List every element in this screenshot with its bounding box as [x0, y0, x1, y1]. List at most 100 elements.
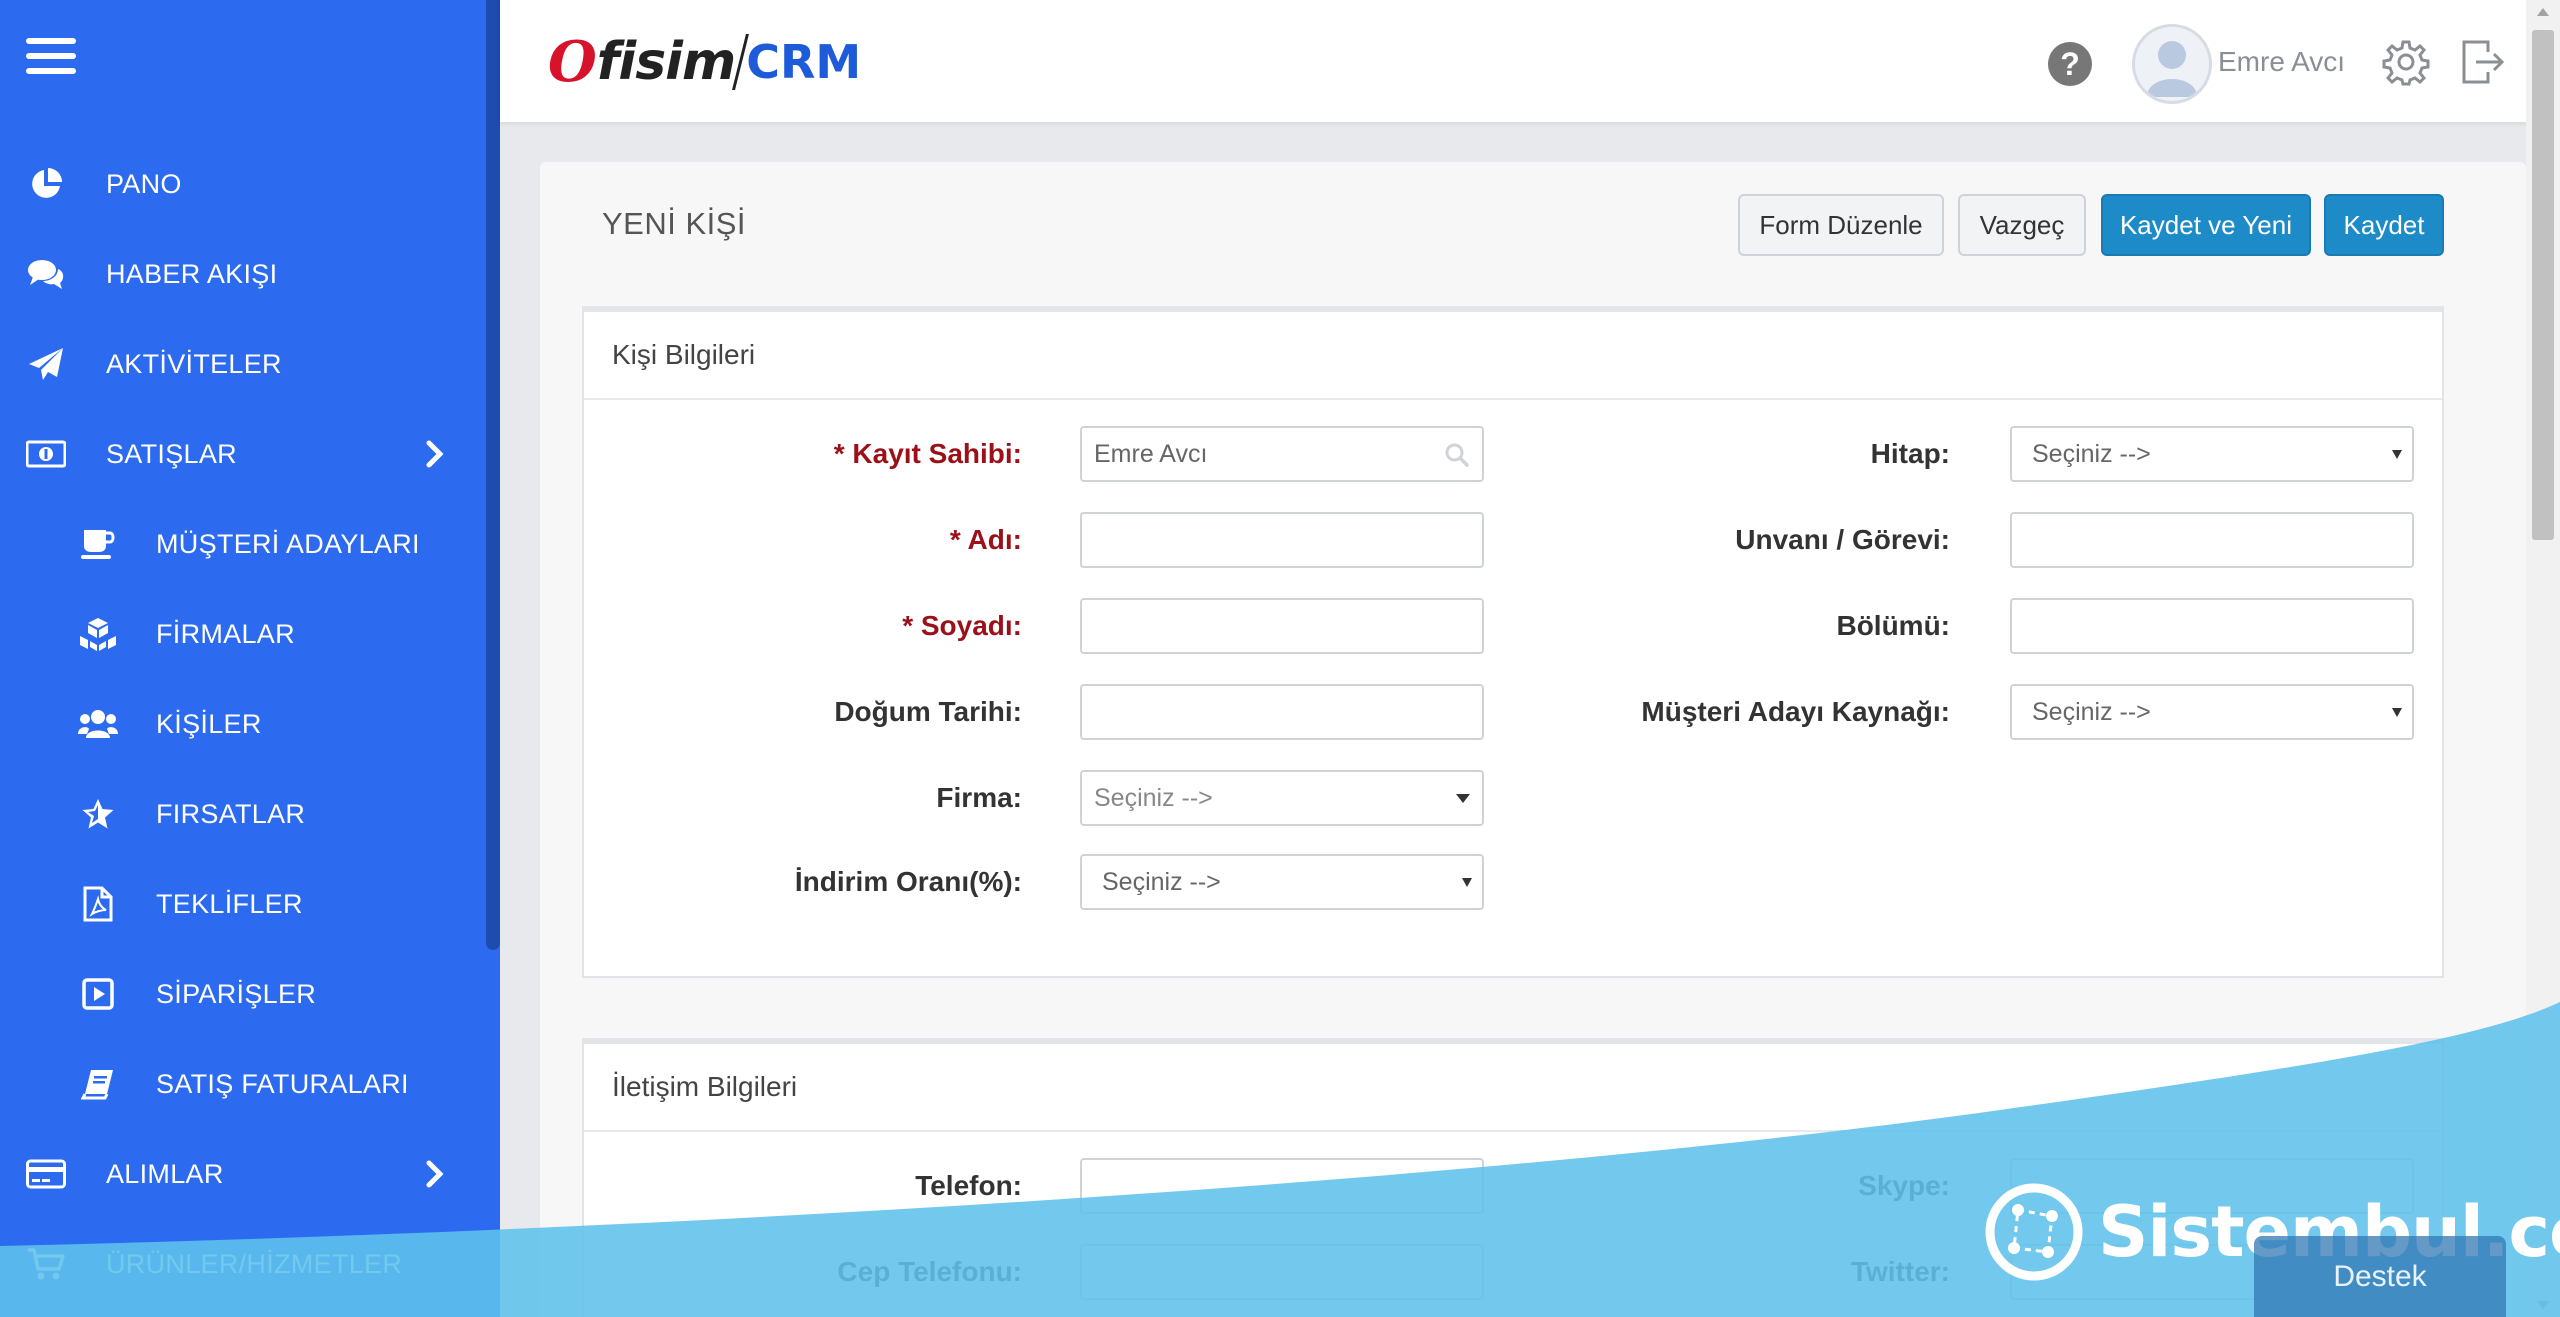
sidebar-item-label: PANO	[106, 168, 182, 199]
owner-value: Emre Avcı	[1094, 439, 1208, 468]
money-icon	[26, 434, 66, 474]
last-name-label: * Soyadı:	[902, 610, 1022, 641]
new-person-card: YENİ KİŞİ Form Düzenle Vazgeç Kaydet ve …	[540, 162, 2526, 1317]
watermark-logo-icon	[1985, 1183, 2083, 1281]
shopping-cart-icon	[26, 1244, 66, 1284]
sidebar-item-label: AKTİVİTELER	[106, 348, 282, 379]
logout-icon[interactable]	[2460, 38, 2506, 86]
sidebar-item-label: FIRSATLAR	[156, 798, 306, 829]
logo-o: O	[548, 29, 597, 95]
save-and-new-button[interactable]: Kaydet ve Yeni	[2101, 194, 2311, 256]
sidebar-scrollbar[interactable]	[486, 0, 500, 950]
avatar[interactable]	[2132, 24, 2212, 104]
hamburger-menu-icon[interactable]	[26, 38, 76, 78]
first-name-field[interactable]	[1080, 512, 1484, 568]
sidebar-item-satislar[interactable]: SATIŞLAR	[0, 409, 480, 499]
sidebar-item-label: KİŞİLER	[156, 708, 262, 739]
chevron-right-icon	[426, 1154, 450, 1194]
birth-date-label: Doğum Tarihi:	[834, 696, 1022, 727]
sidebar-item-haber-akisi[interactable]: HABER AKIŞI	[0, 229, 480, 319]
sidebar-item-label: SİPARİŞLER	[156, 978, 317, 1009]
logo-crm: CRM	[746, 35, 862, 89]
company-label: Firma:	[936, 782, 1022, 813]
birth-date-field[interactable]	[1080, 684, 1484, 740]
cubes-icon	[78, 614, 118, 654]
sidebar-item-kisiler[interactable]: KİŞİLER	[0, 679, 480, 769]
paper-plane-icon	[26, 344, 66, 384]
sidebar-item-label: FİRMALAR	[156, 618, 295, 649]
pie-chart-icon	[26, 164, 66, 204]
users-icon	[78, 704, 118, 744]
sidebar-item-label: MÜŞTERİ ADAYLARI	[156, 528, 420, 559]
book-icon	[78, 1064, 118, 1104]
sidebar-item-urunler-hizmetler[interactable]: ÜRÜNLER/HİZMETLER	[0, 1219, 480, 1309]
star-icon	[78, 794, 118, 834]
sidebar-item-musteri-adaylari[interactable]: MÜŞTERİ ADAYLARI	[0, 499, 480, 589]
salutation-value: Seçiniz -->	[2032, 439, 2151, 468]
sidebar-item-pano[interactable]: PANO	[0, 139, 480, 229]
ofisim-crm-logo[interactable]: Ofisim CRM	[548, 22, 861, 102]
phone-field[interactable]	[1080, 1158, 1484, 1214]
user-name[interactable]: Emre Avcı	[2218, 46, 2345, 78]
panel-title: İletişim Bilgileri	[584, 1044, 2442, 1132]
sidebar-item-label: TEKLİFLER	[156, 888, 303, 919]
comments-icon	[26, 254, 66, 294]
mobile-phone-field[interactable]	[1080, 1244, 1484, 1300]
caret-down-icon	[2392, 450, 2402, 459]
credit-card-icon	[26, 1154, 66, 1194]
salutation-select[interactable]: Seçiniz -->	[2010, 426, 2414, 482]
lead-source-label: Müşteri Adayı Kaynağı:	[1641, 696, 1950, 727]
support-button[interactable]: Destek	[2254, 1236, 2506, 1317]
scroll-down-arrow-icon[interactable]	[2537, 1301, 2549, 1309]
lead-source-value: Seçiniz -->	[2032, 697, 2151, 726]
discount-label: İndirim Oranı(%):	[794, 866, 1022, 897]
page-scrollbar[interactable]	[2526, 0, 2560, 1317]
scrollbar-thumb[interactable]	[2532, 30, 2554, 540]
help-icon[interactable]: ?	[2048, 42, 2092, 86]
coffee-cup-icon	[78, 524, 118, 564]
skype-label: Skype:	[1858, 1170, 1950, 1201]
cancel-button[interactable]: Vazgeç	[1958, 194, 2086, 256]
department-label: Bölümü:	[1836, 610, 1950, 641]
sidebar-item-aktiviteler[interactable]: AKTİVİTELER	[0, 319, 480, 409]
last-name-field[interactable]	[1080, 598, 1484, 654]
panel-title: Kişi Bilgileri	[584, 312, 2442, 400]
caret-down-icon	[2392, 708, 2402, 717]
sidebar: PANO HABER AKIŞI AKTİVİTELER SATIŞLAR MÜ…	[0, 0, 500, 1317]
chevron-right-icon	[426, 434, 450, 474]
sidebar-item-teklifler[interactable]: TEKLİFLER	[0, 859, 480, 949]
sidebar-item-siparisler[interactable]: SİPARİŞLER	[0, 949, 480, 1039]
sidebar-item-label: ÜRÜNLER/HİZMETLER	[106, 1248, 403, 1279]
save-button[interactable]: Kaydet	[2324, 194, 2444, 256]
company-select[interactable]: Seçiniz -->	[1080, 770, 1484, 826]
sidebar-item-label: ALIMLAR	[106, 1158, 224, 1189]
search-icon[interactable]	[1444, 442, 1470, 468]
caret-down-icon	[1456, 794, 1470, 803]
job-title-label: Unvanı / Görevi:	[1735, 524, 1950, 555]
page-title: YENİ KİŞİ	[602, 206, 747, 241]
discount-select[interactable]: Seçiniz -->	[1080, 854, 1484, 910]
person-info-panel: Kişi Bilgileri * Kayıt Sahibi: Emre Avcı…	[582, 306, 2444, 978]
first-name-label: * Adı:	[949, 524, 1022, 555]
lead-source-select[interactable]: Seçiniz -->	[2010, 684, 2414, 740]
form-edit-button[interactable]: Form Düzenle	[1738, 194, 1944, 256]
sidebar-item-label: SATIŞ FATURALARI	[156, 1068, 409, 1099]
sidebar-item-firsatlar[interactable]: FIRSATLAR	[0, 769, 480, 859]
owner-label: * Kayıt Sahibi:	[833, 438, 1022, 469]
twitter-label: Twitter:	[1850, 1256, 1950, 1287]
sidebar-item-alimlar[interactable]: ALIMLAR	[0, 1129, 480, 1219]
sidebar-item-firmalar[interactable]: FİRMALAR	[0, 589, 480, 679]
scroll-up-arrow-icon[interactable]	[2537, 8, 2549, 16]
mobile-phone-label: Cep Telefonu:	[837, 1256, 1022, 1287]
logo-fisim: fisim	[596, 32, 736, 92]
phone-label: Telefon:	[915, 1170, 1022, 1201]
department-field[interactable]	[2010, 598, 2414, 654]
job-title-field[interactable]	[2010, 512, 2414, 568]
owner-field[interactable]: Emre Avcı	[1080, 426, 1484, 482]
discount-value: Seçiniz -->	[1102, 867, 1221, 896]
sidebar-item-satis-faturalari[interactable]: SATIŞ FATURALARI	[0, 1039, 480, 1129]
sidebar-item-label: HABER AKIŞI	[106, 258, 278, 289]
company-value: Seçiniz -->	[1094, 783, 1213, 812]
top-header: Ofisim CRM ? Emre Avcı	[500, 0, 2526, 122]
gear-icon[interactable]	[2382, 38, 2430, 86]
